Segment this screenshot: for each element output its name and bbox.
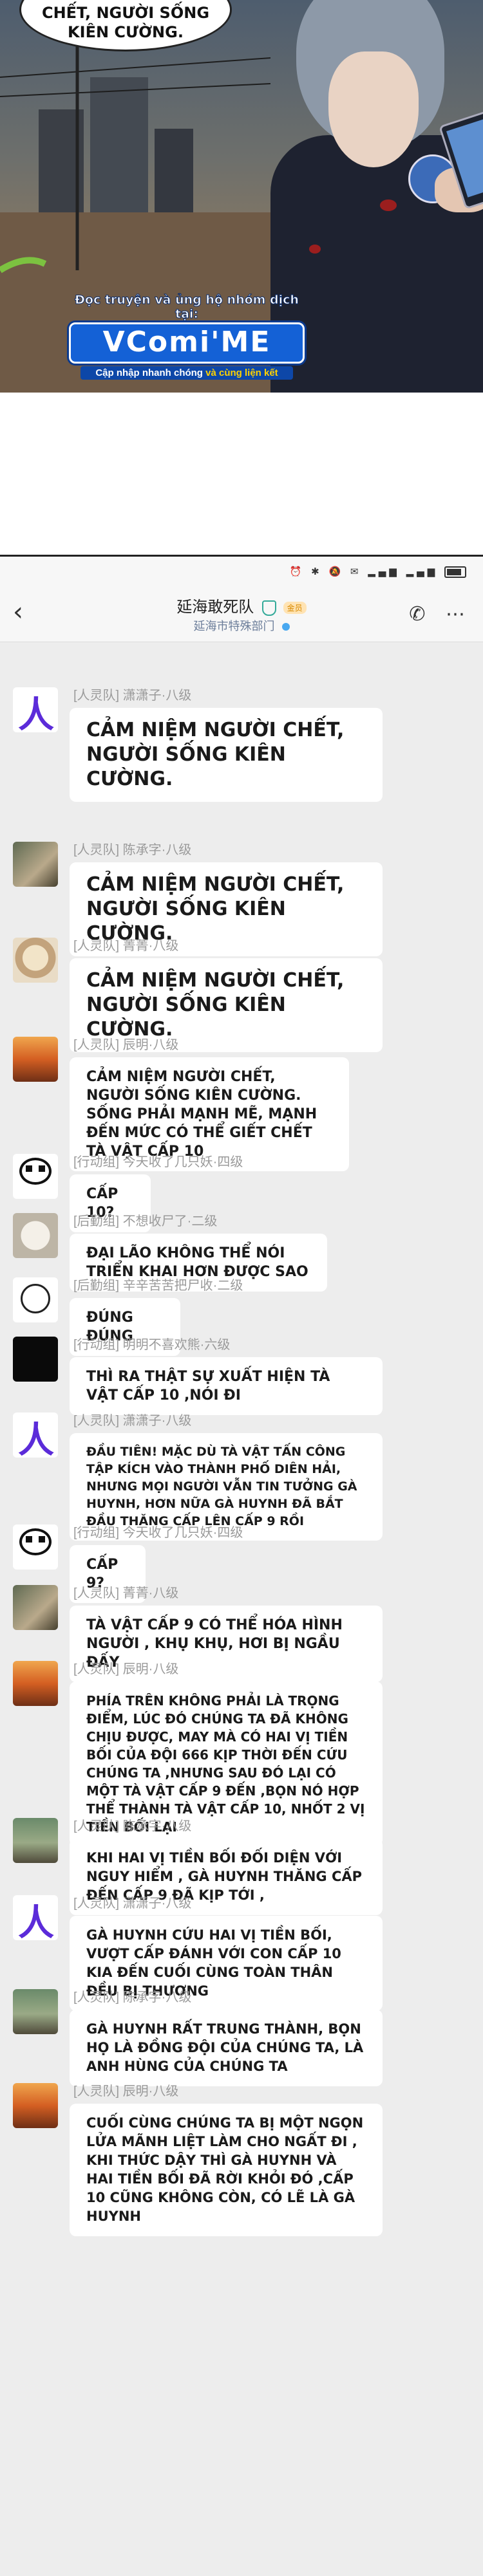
sender-name: [后勤组] 辛辛苦苦把尸收·二级	[73, 1279, 243, 1293]
watermark: Đọc truyện và ủng hộ nhóm dịch tại: VCom…	[64, 293, 309, 380]
group-name: 延海敢死队	[176, 598, 254, 616]
avatar[interactable]	[13, 1277, 58, 1322]
sender-name: [人灵队] 菁菁·八级	[73, 939, 179, 953]
message-text: CẢM NIỆM NGƯỜI CHẾT, NGƯỜI SỐNG KIÊN CƯỜ…	[86, 1069, 317, 1160]
sender-name: [行动组] 今天收了几只妖·四级	[73, 1155, 243, 1169]
sender-name: [行动组] 今天收了几只妖·四级	[73, 1526, 243, 1540]
verified-shield-icon	[261, 600, 276, 616]
sender-name: [后勤组] 不想收尸了·二级	[73, 1214, 218, 1228]
avatar[interactable]	[13, 2083, 58, 2128]
message-text: CUỐI CÙNG CHÚNG TA BỊ MỘT NGỌN LỬA MÃNH …	[86, 2115, 364, 2224]
avatar[interactable]	[13, 687, 58, 732]
message-text: ĐẦU TIÊN! MẶC DÙ TÀ VẬT TẤN CÔNG TẬP KÍC…	[86, 1445, 357, 1528]
message-text: PHÍA TRÊN KHÔNG PHẢI LÀ TRỌNG ĐIỂM, LÚC …	[86, 1693, 365, 1835]
sender-name: [人灵队] 陈承字·八级	[73, 1990, 192, 2005]
status-icon-row: ⏰ ✱ 🔕 ✉ ▂▄▆ ▂▄▆	[289, 566, 439, 577]
chat-message: [人灵队] 陈承字·八级 KHI HAI VỊ TIỀN BỐI ĐỐI DIỆN…	[0, 1818, 483, 1915]
avatar[interactable]	[13, 1154, 58, 1199]
speech-line-2: KIÊN CƯỜNG.	[68, 23, 184, 41]
message-bubble[interactable]: GÀ HUYNH RẤT TRUNG THÀNH, BỌN HỌ LÀ ĐỒNG…	[70, 2010, 383, 2086]
chat-screen: ⏰ ✱ 🔕 ✉ ▂▄▆ ▂▄▆ ‹ 延海敢死队 金员 延海市特殊部门 ✆ ⋯ […	[0, 555, 483, 2576]
sender-name: [人灵队] 潇潇子·八级	[73, 1896, 192, 1911]
message-bubble[interactable]: THÌ RA THẬT SỰ XUẤT HIỆN TÀ VẬT CẤP 10 ,…	[70, 1357, 383, 1415]
avatar[interactable]	[13, 1895, 58, 1940]
speech-line-1: CHẾT, NGƯỜI SỐNG	[41, 4, 210, 22]
chat-message: [人灵队] 陈承字·八级 CẢM NIỆM NGƯỜI CHẾT, NGƯỜI S…	[0, 842, 483, 956]
chat-message: [人灵队] 菁菁·八级 CẢM NIỆM NGƯỜI CHẾT, NGƯỜI SỐ…	[0, 938, 483, 1052]
avatar[interactable]	[13, 1037, 58, 1082]
chat-message: [人灵队] 辰明·八级 PHÍA TRÊN KHÔNG PHẢI LÀ TRỌNG…	[0, 1661, 483, 1846]
sender-name: [人灵队] 潇潇子·八级	[73, 689, 192, 703]
status-bar: ⏰ ✱ 🔕 ✉ ▂▄▆ ▂▄▆	[0, 557, 483, 585]
avatar[interactable]	[13, 1661, 58, 1706]
watermark-tagline-a: Cập nhập nhanh chóng	[95, 367, 203, 378]
watermark-tagline-b: và cùng liện kết	[205, 367, 278, 378]
avatar[interactable]	[13, 1337, 58, 1382]
header-actions: ✆ ⋯	[395, 603, 465, 625]
sender-name: [人灵队] 陈承字·八级	[73, 1819, 192, 1833]
sender-name: [行动组] 明明不喜欢熊·六级	[73, 1338, 231, 1352]
sender-name: [人灵队] 潇潇子·八级	[73, 1414, 192, 1428]
sender-name: [人灵队] 菁菁·八级	[73, 1586, 179, 1600]
chat-message: [人灵队] 菁菁·八级 TÀ VẬT CẤP 9 CÓ THỂ HÓA HÌNH …	[0, 1585, 483, 1682]
chat-message: [人灵队] 潇潇子·八级GÀ HUYNH CỨU HAI VỊ TIỀN BỐI…	[0, 1895, 483, 2011]
chat-header: ‹ 延海敢死队 金员 延海市特殊部门 ✆ ⋯	[0, 585, 483, 642]
status-icons: ⏰ ✱ 🔕 ✉ ▂▄▆ ▂▄▆	[290, 566, 466, 578]
group-badge: 金员	[283, 602, 307, 615]
avatar[interactable]	[13, 842, 58, 887]
sender-name: [人灵队] 陈承字·八级	[73, 843, 192, 857]
chat-message: [人灵队] 潇潇子·八级 CẢM NIỆM NGƯỜI CHẾT, NGƯỜI S…	[0, 687, 483, 802]
chat-message: [行动组] 今天收了几只妖·四级 CẤP 10?	[0, 1154, 483, 1232]
online-dot-icon	[281, 623, 290, 631]
group-subtitle-text: 延海市特殊部门	[193, 620, 275, 633]
message-text: GÀ HUYNH RẤT TRUNG THÀNH, BỌN HỌ LÀ ĐỒNG…	[86, 2021, 364, 2074]
watermark-logo: VComi'ME	[69, 322, 305, 364]
blood-stain	[380, 199, 397, 211]
sender-name: [人灵队] 辰明·八级	[73, 1038, 179, 1052]
chat-message: [后勤组] 辛辛苦苦把尸收·二级 ĐÚNG ĐÚNG	[0, 1277, 483, 1356]
more-icon[interactable]: ⋯	[446, 603, 465, 625]
chat-message: [行动组] 明明不喜欢熊·六级 THÌ RA THẬT SỰ XUẤT HIỆN …	[0, 1337, 483, 1418]
watermark-caption: Đọc truyện và ủng hộ nhóm dịch tại:	[75, 293, 299, 322]
comic-panel: CHẾT, NGƯỜI SỐNG KIÊN CƯỜNG. Đọc truyện …	[0, 0, 483, 393]
chat-message: [人灵队] 辰明·八级 CUỐI CÙNG CHÚNG TA BỊ MỘT NGỌ…	[0, 2083, 483, 2236]
message-text: CẢM NIỆM NGƯỜI CHẾT, NGƯỜI SỐNG KIÊN CƯỜ…	[86, 969, 345, 1041]
avatar[interactable]	[13, 1585, 58, 1630]
chat-message: [人灵队] 辰明·八级 CẢM NIỆM NGƯỜI CHẾT, NGƯỜI SỐ…	[0, 1037, 483, 1171]
avatar[interactable]	[13, 1524, 58, 1570]
call-icon[interactable]: ✆	[409, 603, 425, 625]
avatar[interactable]	[13, 1413, 58, 1458]
sender-name: [人灵队] 辰明·八级	[73, 2084, 179, 2099]
message-bubble[interactable]: CẢM NIỆM NGƯỜI CHẾT, NGƯỜI SỐNG KIÊN CƯỜ…	[70, 708, 383, 802]
chat-message: [人灵队] 潇潇子·八级 ĐẦU TIÊN! MẶC DÙ TÀ VẬT TẤN …	[0, 1413, 483, 1541]
battery-icon	[444, 566, 466, 578]
sender-name: [人灵队] 辰明·八级	[73, 1662, 179, 1676]
avatar[interactable]	[13, 1213, 58, 1258]
character-face	[328, 51, 419, 167]
chat-message: [人灵队] 陈承字·八级 GÀ HUYNH RẤT TRUNG THÀNH, BỌ…	[0, 1989, 483, 2088]
blood-stain	[309, 245, 321, 254]
avatar[interactable]	[13, 938, 58, 983]
chat-message: [行动组] 今天收了几只妖·四级 CẤP 9?	[0, 1524, 483, 1603]
avatar[interactable]	[13, 1989, 58, 2034]
message-text: CẢM NIỆM NGƯỜI CHẾT, NGƯỜI SỐNG KIÊN CƯỜ…	[86, 719, 345, 790]
message-text: THÌ RA THẬT SỰ XUẤT HIỆN TÀ VẬT CẤP 10 ,…	[86, 1369, 330, 1404]
chat-message: [后勤组] 不想收尸了·二级 ĐẠI LÃO KHÔNG THỂ NÓI TRIỂ…	[0, 1213, 483, 1292]
watermark-tagline: Cập nhập nhanh chóng và cùng liện kết	[80, 366, 293, 380]
watermark-logo-text: VComi'ME	[102, 326, 271, 358]
avatar[interactable]	[13, 1818, 58, 1863]
message-bubble[interactable]: CUỐI CÙNG CHÚNG TA BỊ MỘT NGỌN LỬA MÃNH …	[70, 2104, 383, 2236]
